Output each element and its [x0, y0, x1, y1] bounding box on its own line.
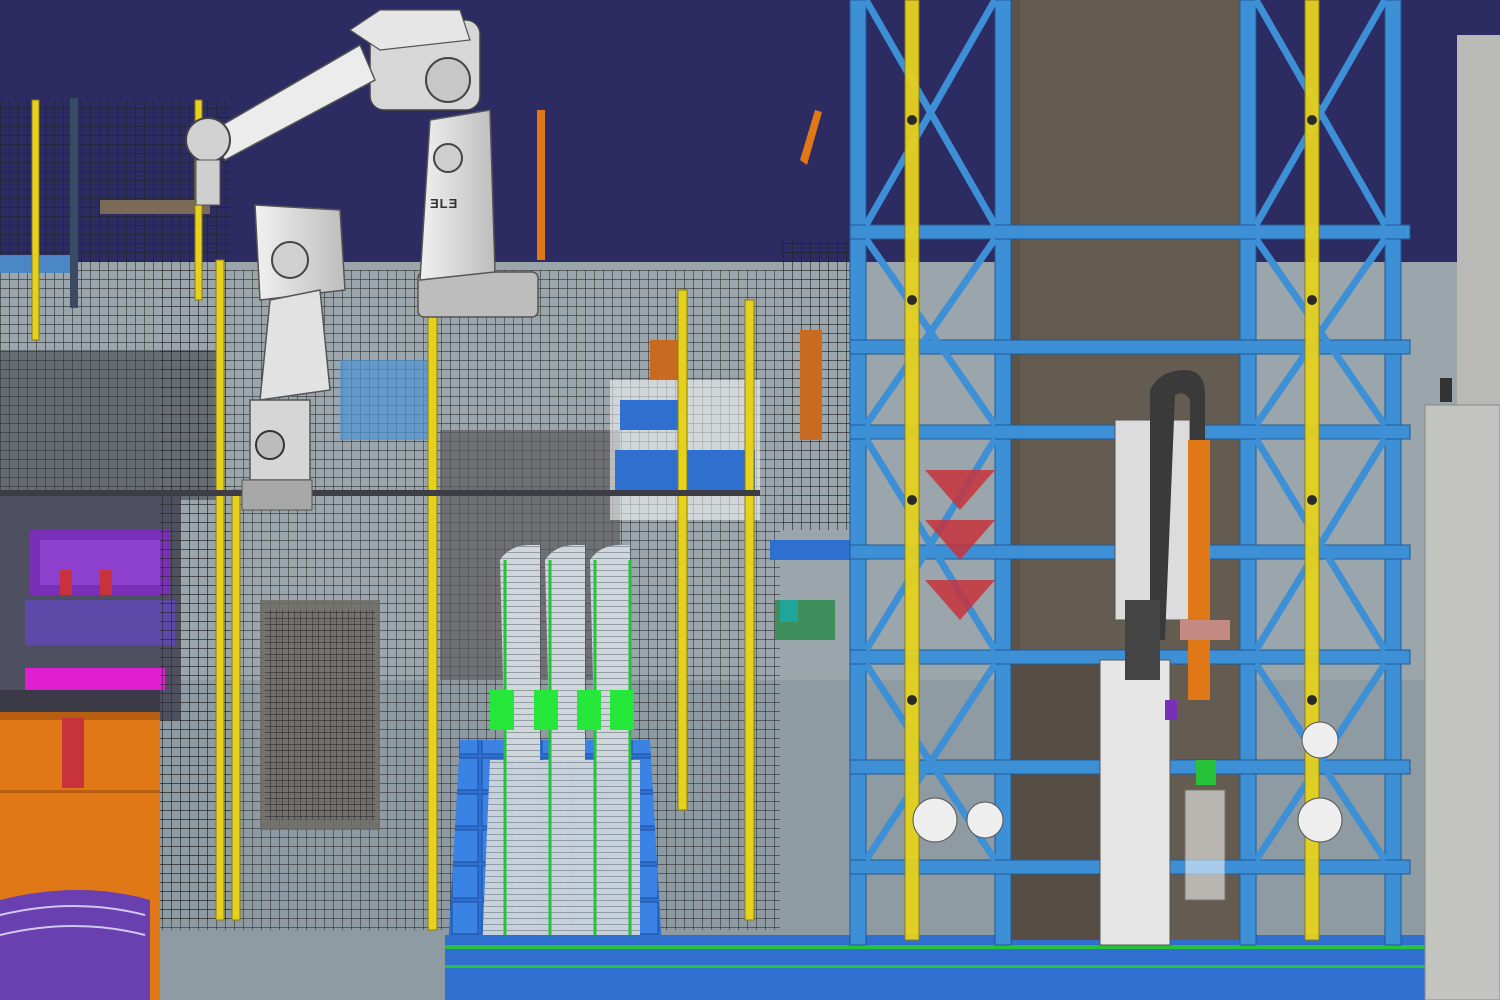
orange-beam [537, 110, 545, 260]
teal-bracket [780, 600, 798, 622]
orange-cabinet [0, 712, 160, 1000]
fence-top-rail [0, 490, 760, 496]
industrial-cell-render: ƎLƎ [0, 0, 1500, 1000]
scene-canvas: ƎLƎ [0, 0, 1500, 1000]
left-machine [0, 490, 180, 720]
robot-logo: ƎLƎ [430, 196, 458, 211]
